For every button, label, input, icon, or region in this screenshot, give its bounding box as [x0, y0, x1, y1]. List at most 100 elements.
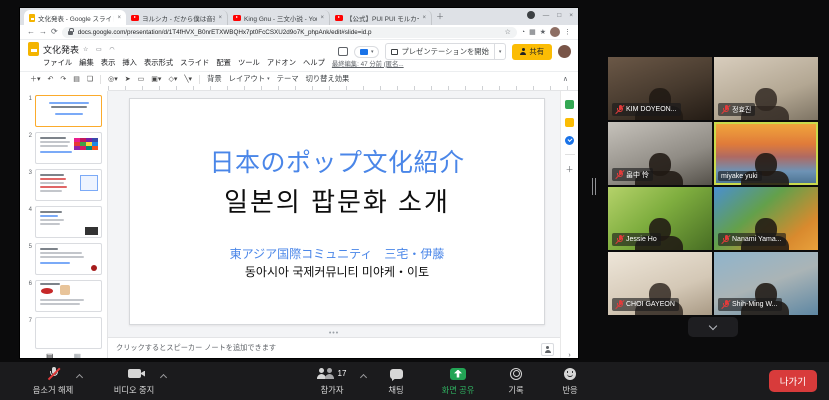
forward-icon[interactable]: →: [39, 28, 47, 36]
close-icon[interactable]: ×: [569, 12, 573, 19]
thumbnail-row-5[interactable]: 5: [20, 243, 107, 280]
document-title[interactable]: 文化発表: [43, 43, 79, 56]
thumbnail-row-4[interactable]: 4: [20, 206, 107, 243]
participant-tile[interactable]: CHOI GAYEON: [608, 252, 712, 315]
record-button[interactable]: 기록: [494, 366, 538, 396]
participant-tile[interactable]: 정효진: [714, 57, 818, 120]
tab-close-icon[interactable]: ×: [218, 15, 222, 21]
menu-edit[interactable]: 編集: [79, 58, 94, 68]
thumbnail-row-3[interactable]: 3: [20, 169, 107, 206]
slide-thumbnail[interactable]: [35, 317, 102, 349]
current-slide[interactable]: 日本のポップ文化紹介 일본의 팝문화 소개 東アジア国際コミュニティ 三宅・伊藤…: [129, 98, 545, 325]
tasks-icon[interactable]: [565, 136, 574, 145]
extension-icon[interactable]: ★: [540, 28, 546, 36]
participant-tile[interactable]: 畠中 怜: [608, 122, 712, 185]
new-slide-icon[interactable]: ＋▾: [30, 74, 41, 84]
video-options-icon[interactable]: [160, 374, 167, 381]
participant-tile[interactable]: Shih-Ming W...: [714, 252, 818, 315]
extension-icon[interactable]: ◔: [521, 29, 525, 36]
menu-slide[interactable]: スライド: [180, 58, 209, 68]
filmstrip-view-icon[interactable]: ▤: [46, 352, 54, 359]
leave-meeting-button[interactable]: 나가기: [769, 370, 817, 392]
insert-line-icon[interactable]: ╲▾: [184, 75, 192, 83]
participants-options-icon[interactable]: [360, 374, 367, 381]
tab-youtube-2[interactable]: King Gnu - 三文小説 - YouTube ×: [228, 10, 330, 25]
minimize-icon[interactable]: —: [543, 12, 550, 19]
tab-close-icon[interactable]: ×: [422, 15, 426, 21]
thumbnail-row-2[interactable]: 2: [20, 132, 107, 169]
layout-button[interactable]: レイアウト▾: [229, 74, 270, 84]
reactions-button[interactable]: 반응: [548, 366, 592, 396]
stop-video-button[interactable]: 비디오 중지: [98, 366, 170, 396]
slide-title-japanese[interactable]: 日本のポップ文化紹介: [209, 143, 464, 179]
menu-help[interactable]: ヘルプ: [303, 58, 325, 68]
menu-addons[interactable]: アドオン: [267, 58, 296, 68]
slide-thumbnail[interactable]: [35, 95, 102, 127]
participants-button[interactable]: 17 참가자: [296, 366, 368, 396]
print-icon[interactable]: ▤: [73, 75, 80, 83]
menu-insert[interactable]: 挿入: [122, 58, 137, 68]
menu-format[interactable]: 表示形式: [144, 58, 173, 68]
menu-view[interactable]: 表示: [101, 58, 116, 68]
tab-youtube-3[interactable]: 【公式】PUI PUI モルカー 第1話 ×: [330, 10, 432, 25]
presentation-dropdown-icon[interactable]: ▾: [495, 46, 506, 57]
calendar-icon[interactable]: [565, 100, 574, 109]
reload-icon[interactable]: ⟳: [51, 28, 58, 36]
keep-icon[interactable]: [565, 118, 574, 127]
comments-icon[interactable]: [338, 47, 348, 56]
slide-subtitle-korean[interactable]: 동아시아 국제커뮤니티 미야케・이토: [230, 263, 445, 280]
theme-button[interactable]: テーマ: [277, 74, 299, 84]
insert-image-icon[interactable]: ▣▾: [151, 75, 161, 83]
account-avatar[interactable]: [558, 45, 571, 58]
menu-file[interactable]: ファイル: [43, 58, 72, 68]
chat-button[interactable]: 채팅: [374, 366, 418, 396]
participant-tile[interactable]: KIM DOYEON...: [608, 57, 712, 120]
slide-subtitle-japanese[interactable]: 東アジア国際コミュニティ 三宅・伊藤: [230, 245, 445, 262]
slide-thumbnail[interactable]: [35, 243, 102, 275]
browser-update-icon[interactable]: [527, 11, 535, 19]
bookmark-star-icon[interactable]: ☆: [505, 28, 511, 36]
participant-tile[interactable]: Jessie Ho: [608, 187, 712, 250]
slide-thumbnail[interactable]: [35, 169, 102, 201]
star-folder-cloud-icons[interactable]: ☆ ▭ ◠: [83, 46, 118, 53]
screen-share-button[interactable]: 화면 공유: [430, 366, 486, 396]
speaker-notes[interactable]: クリックするとスピーカー ノートを追加できます: [108, 337, 560, 358]
redo-icon[interactable]: ↷: [60, 75, 66, 83]
background-button[interactable]: 背景: [207, 74, 222, 84]
slides-logo-icon[interactable]: [28, 42, 39, 56]
select-cursor-icon[interactable]: ➤: [125, 75, 131, 83]
share-button[interactable]: 共有: [512, 44, 552, 60]
panel-resize-handle[interactable]: [592, 178, 596, 195]
slide-thumbnail[interactable]: [35, 280, 102, 312]
unmute-button[interactable]: 음소거 해제: [18, 366, 88, 396]
back-icon[interactable]: ←: [27, 28, 35, 36]
insert-shape-icon[interactable]: ◇▾: [168, 75, 177, 83]
menu-tools[interactable]: ツール: [238, 58, 260, 68]
add-addon-icon[interactable]: ＋: [566, 164, 574, 175]
new-tab-button[interactable]: ＋: [436, 11, 444, 22]
slide-thumbnail[interactable]: [35, 132, 102, 164]
present-to-meeting-button[interactable]: ▾: [354, 46, 380, 58]
menu-arrange[interactable]: 配置: [216, 58, 231, 68]
extension-icon[interactable]: ▦: [529, 28, 536, 36]
grid-view-icon[interactable]: ▦: [74, 352, 82, 359]
notes-person-button[interactable]: [541, 343, 554, 356]
participant-tile[interactable]: Nanami Yama...: [714, 187, 818, 250]
tab-close-icon[interactable]: ×: [320, 15, 324, 21]
paint-format-icon[interactable]: ❏: [87, 75, 93, 83]
thumbnail-row-7[interactable]: 7: [20, 317, 107, 349]
gallery-scroll-down-button[interactable]: [688, 317, 738, 337]
zoom-icon[interactable]: ◎▾: [108, 75, 118, 83]
slide-thumbnail[interactable]: [35, 206, 102, 238]
undo-icon[interactable]: ↶: [48, 75, 54, 83]
tab-youtube-1[interactable]: ヨルシカ - だから僕は音楽を辞めた ×: [126, 10, 228, 25]
notes-resize-handle[interactable]: •••: [329, 330, 339, 337]
participant-tile-active-speaker[interactable]: miyake yuki: [714, 122, 818, 185]
address-bar[interactable]: docs.google.com/presentation/d/1T4fHVX_B…: [62, 27, 517, 38]
transition-button[interactable]: 切り替え効果: [306, 74, 350, 84]
thumbnail-row-1[interactable]: 1: [20, 95, 107, 132]
restore-icon[interactable]: □: [557, 12, 561, 19]
collapse-toolbar-icon[interactable]: ∧: [563, 75, 568, 83]
text-box-icon[interactable]: ▭: [138, 75, 145, 83]
panel-collapse-icon[interactable]: ›: [568, 352, 570, 358]
